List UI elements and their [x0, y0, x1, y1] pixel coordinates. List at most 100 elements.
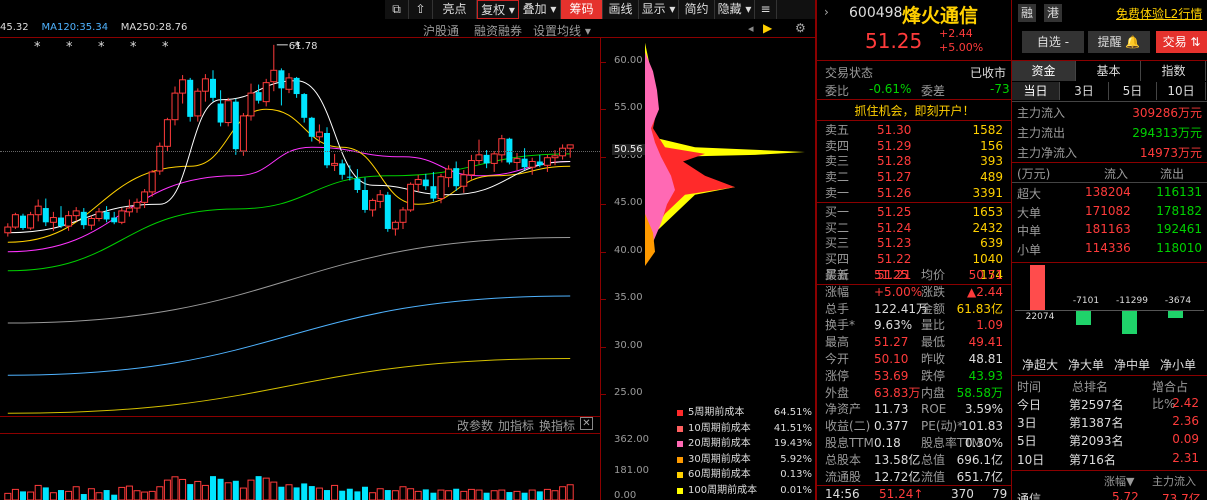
- fund-table-head: 流出: [1160, 167, 1185, 181]
- fund-divider-6: [1012, 375, 1207, 376]
- stat-value: +5.00%: [874, 284, 923, 299]
- volume-bar: [156, 486, 164, 500]
- order-label: 卖三: [825, 154, 850, 169]
- net-bar: [1122, 311, 1137, 335]
- event-star[interactable]: *: [34, 40, 41, 55]
- collapse-icon[interactable]: ◂: [748, 22, 754, 35]
- indicator-link-1[interactable]: 加指标: [498, 417, 534, 434]
- tab-overlay[interactable]: 叠加 ▾: [519, 0, 561, 19]
- candle: [20, 213, 26, 230]
- period-tab-3[interactable]: 10日: [1158, 82, 1206, 100]
- net-bar-label: 净中单: [1113, 358, 1150, 372]
- diff-value: -73: [990, 82, 1010, 96]
- stat-label: 股息TTM: [825, 436, 874, 450]
- indicator-link-2[interactable]: 换指标: [539, 417, 575, 434]
- settings-icon[interactable]: ⚙: [795, 21, 806, 35]
- volume-bar: [42, 487, 49, 500]
- candle-body: [475, 154, 483, 162]
- price-tick: 60.00: [614, 54, 643, 66]
- toolbar-menu-button[interactable]: ≡: [755, 0, 777, 19]
- flow-value: 294313万元: [1132, 126, 1202, 140]
- candle: [125, 199, 133, 217]
- sector-head-1[interactable]: 涨幅▼: [1104, 473, 1134, 489]
- candle-body: [11, 214, 19, 228]
- candle-body: [278, 70, 285, 89]
- tag-margin[interactable]: 融: [1018, 4, 1036, 22]
- period-tab-0[interactable]: 当日: [1012, 82, 1060, 100]
- alert-button[interactable]: 提醒 🔔: [1088, 31, 1150, 53]
- candle-body: [20, 215, 26, 228]
- event-star[interactable]: *: [294, 40, 301, 55]
- candle: [513, 152, 521, 171]
- period-tab-1[interactable]: 3日: [1061, 82, 1109, 100]
- stat-label: 外盘: [825, 385, 850, 400]
- candle: [339, 159, 346, 180]
- volume-bar: [217, 478, 224, 500]
- stat-value-2: 61.83亿: [956, 301, 1003, 316]
- volume-bar: [498, 489, 506, 500]
- stat-label: 最新: [825, 268, 850, 282]
- tab-highlights[interactable]: 亮点: [433, 0, 477, 19]
- volume-bar: [20, 491, 26, 500]
- watchlist-button[interactable]: 自选 -: [1022, 31, 1084, 53]
- collapse-arrow-icon[interactable]: ›: [824, 5, 829, 19]
- sector-name[interactable]: 通信: [1017, 490, 1041, 500]
- toolbar-icon-button[interactable]: ⧉: [385, 0, 409, 19]
- sector-head-2[interactable]: 主力流入: [1152, 473, 1196, 489]
- indicator-link-0[interactable]: 改参数: [457, 417, 493, 434]
- chip-legend-value: 41.51%: [773, 422, 812, 434]
- period-tab-2[interactable]: 5日: [1109, 82, 1157, 100]
- volume-bar: [331, 484, 339, 500]
- candle-body: [111, 217, 118, 223]
- volume-bar: [95, 492, 103, 500]
- stat-label-2: 涨跌: [921, 284, 946, 299]
- tag-hk[interactable]: 港: [1044, 4, 1062, 22]
- free-l2-link[interactable]: 免费体验L2行情: [1116, 5, 1202, 22]
- toolbar-icon-button-2[interactable]: ⇧: [409, 0, 433, 19]
- event-star[interactable]: *: [66, 40, 73, 55]
- candle-body: [354, 178, 361, 190]
- fund-row-label: 大单: [1017, 205, 1042, 220]
- close-indicator-icon[interactable]: ✕: [580, 417, 593, 430]
- fund-row-label: 小单: [1017, 242, 1042, 257]
- fund-tab-0[interactable]: 资金: [1012, 61, 1076, 81]
- fund-table-head: 流入: [1104, 167, 1129, 181]
- trade-volume: 370: [951, 487, 974, 500]
- rank-value: 第2597名: [1069, 398, 1124, 412]
- candle-body: [430, 186, 437, 199]
- promo-link[interactable]: 抓住机会，即刻开户！: [817, 102, 1012, 119]
- event-star[interactable]: *: [162, 40, 169, 55]
- tab-simple[interactable]: 简约: [679, 0, 715, 19]
- candle-body: [247, 92, 255, 117]
- stat-label: 涨幅: [825, 284, 850, 299]
- volume-bar: [72, 486, 80, 500]
- candle-body: [483, 154, 490, 164]
- net-bar: [1030, 265, 1045, 310]
- fund-row-label: 超大: [1017, 187, 1042, 201]
- price-tick: 55.00: [614, 102, 643, 114]
- quote-divider-3: [817, 120, 1012, 121]
- tab-chips[interactable]: 筹码: [561, 0, 603, 19]
- chip-play-icon[interactable]: ▶: [763, 21, 772, 35]
- stat-row: 总股本 13.58亿 总值 696.1亿: [817, 452, 1012, 468]
- stat-value-2: 3.59%: [964, 402, 1003, 417]
- volume-bar: [262, 477, 270, 500]
- tab-display[interactable]: 显示 ▾: [639, 0, 679, 19]
- event-star[interactable]: *: [130, 40, 137, 55]
- bid-row: 买四 51.22 1040: [817, 252, 1012, 267]
- tab-draw[interactable]: 画线: [603, 0, 639, 19]
- event-star[interactable]: *: [98, 40, 105, 55]
- candle-body: [285, 77, 293, 90]
- toolbar: ⧉ ⇧ 亮点 复权 ▾ 叠加 ▾ 筹码 画线 显示 ▾ 简约 隐藏 ▾ ≡: [385, 0, 815, 19]
- tab-adjust[interactable]: 复权 ▾: [477, 0, 519, 19]
- volume-bar: [49, 492, 57, 500]
- tab-hide[interactable]: 隐藏 ▾: [715, 0, 755, 19]
- fund-divider-2: [1012, 101, 1207, 102]
- stat-label: 涨停: [825, 368, 850, 383]
- trade-button[interactable]: 交易 ⇅: [1156, 31, 1207, 53]
- fund-tab-1[interactable]: 基本: [1077, 61, 1141, 81]
- fund-tab-2[interactable]: 指数: [1142, 61, 1206, 81]
- fund-row-out: 116131: [1156, 185, 1202, 199]
- stat-value: 51.27: [874, 335, 909, 350]
- stat-label: 最高: [825, 335, 850, 350]
